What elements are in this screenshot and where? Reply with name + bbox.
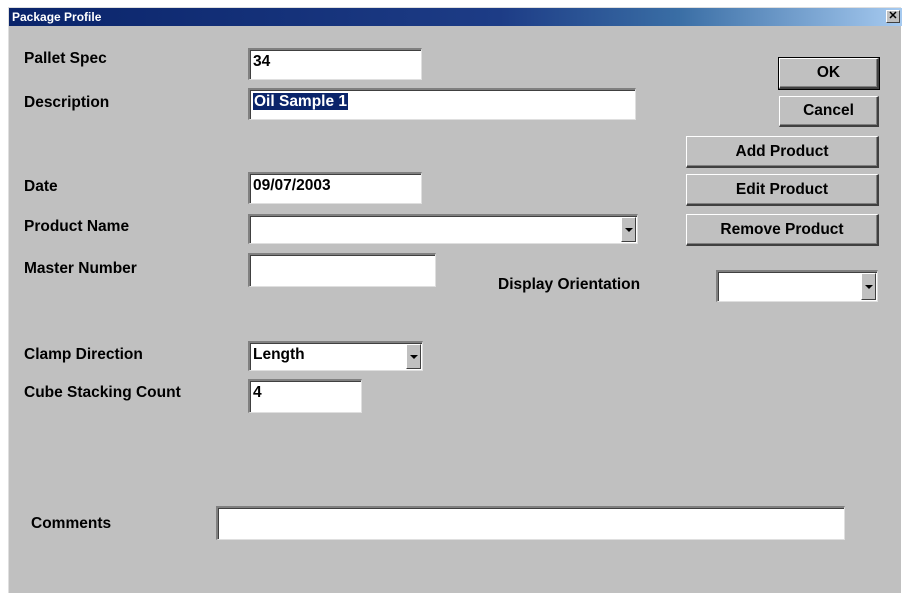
description-value: Oil Sample 1 [253, 93, 349, 110]
master-number-input[interactable] [248, 253, 436, 287]
chevron-down-icon[interactable] [406, 344, 421, 369]
comments-input[interactable] [216, 506, 845, 540]
date-value: 09/07/2003 [253, 177, 331, 194]
title-bar: Package Profile ✕ [9, 8, 902, 26]
clamp-direction-select[interactable]: Length [248, 341, 423, 371]
remove-product-button[interactable]: Remove Product [686, 214, 879, 246]
clamp-direction-value: Length [253, 346, 305, 363]
cube-stacking-count-label: Cube Stacking Count [24, 384, 181, 401]
master-number-label: Master Number [24, 260, 137, 277]
cube-stacking-count-input[interactable]: 4 [248, 379, 362, 413]
date-label: Date [24, 178, 58, 195]
ok-button[interactable]: OK [778, 57, 880, 90]
pallet-spec-label: Pallet Spec [24, 50, 107, 67]
product-name-select[interactable] [248, 214, 638, 244]
cancel-button[interactable]: Cancel [779, 96, 879, 127]
cube-stacking-count-value: 4 [253, 384, 262, 401]
display-orientation-select[interactable] [716, 270, 878, 302]
comments-label: Comments [31, 515, 112, 532]
chevron-down-icon[interactable] [861, 273, 876, 300]
chevron-down-icon[interactable] [621, 217, 636, 242]
window-title: Package Profile [12, 10, 102, 24]
edit-product-button[interactable]: Edit Product [686, 174, 879, 206]
description-label: Description [24, 94, 110, 111]
display-orientation-label: Display Orientation [498, 276, 641, 293]
package-profile-dialog: Package Profile ✕ Pallet Spec 34 Descrip… [8, 7, 902, 593]
close-icon[interactable]: ✕ [886, 10, 900, 23]
pallet-spec-input[interactable]: 34 [248, 48, 422, 80]
date-input[interactable]: 09/07/2003 [248, 172, 422, 204]
description-input[interactable]: Oil Sample 1 [248, 88, 636, 120]
pallet-spec-value: 34 [253, 53, 271, 70]
product-name-label: Product Name [24, 218, 130, 235]
clamp-direction-label: Clamp Direction [24, 346, 143, 363]
add-product-button[interactable]: Add Product [686, 136, 879, 168]
